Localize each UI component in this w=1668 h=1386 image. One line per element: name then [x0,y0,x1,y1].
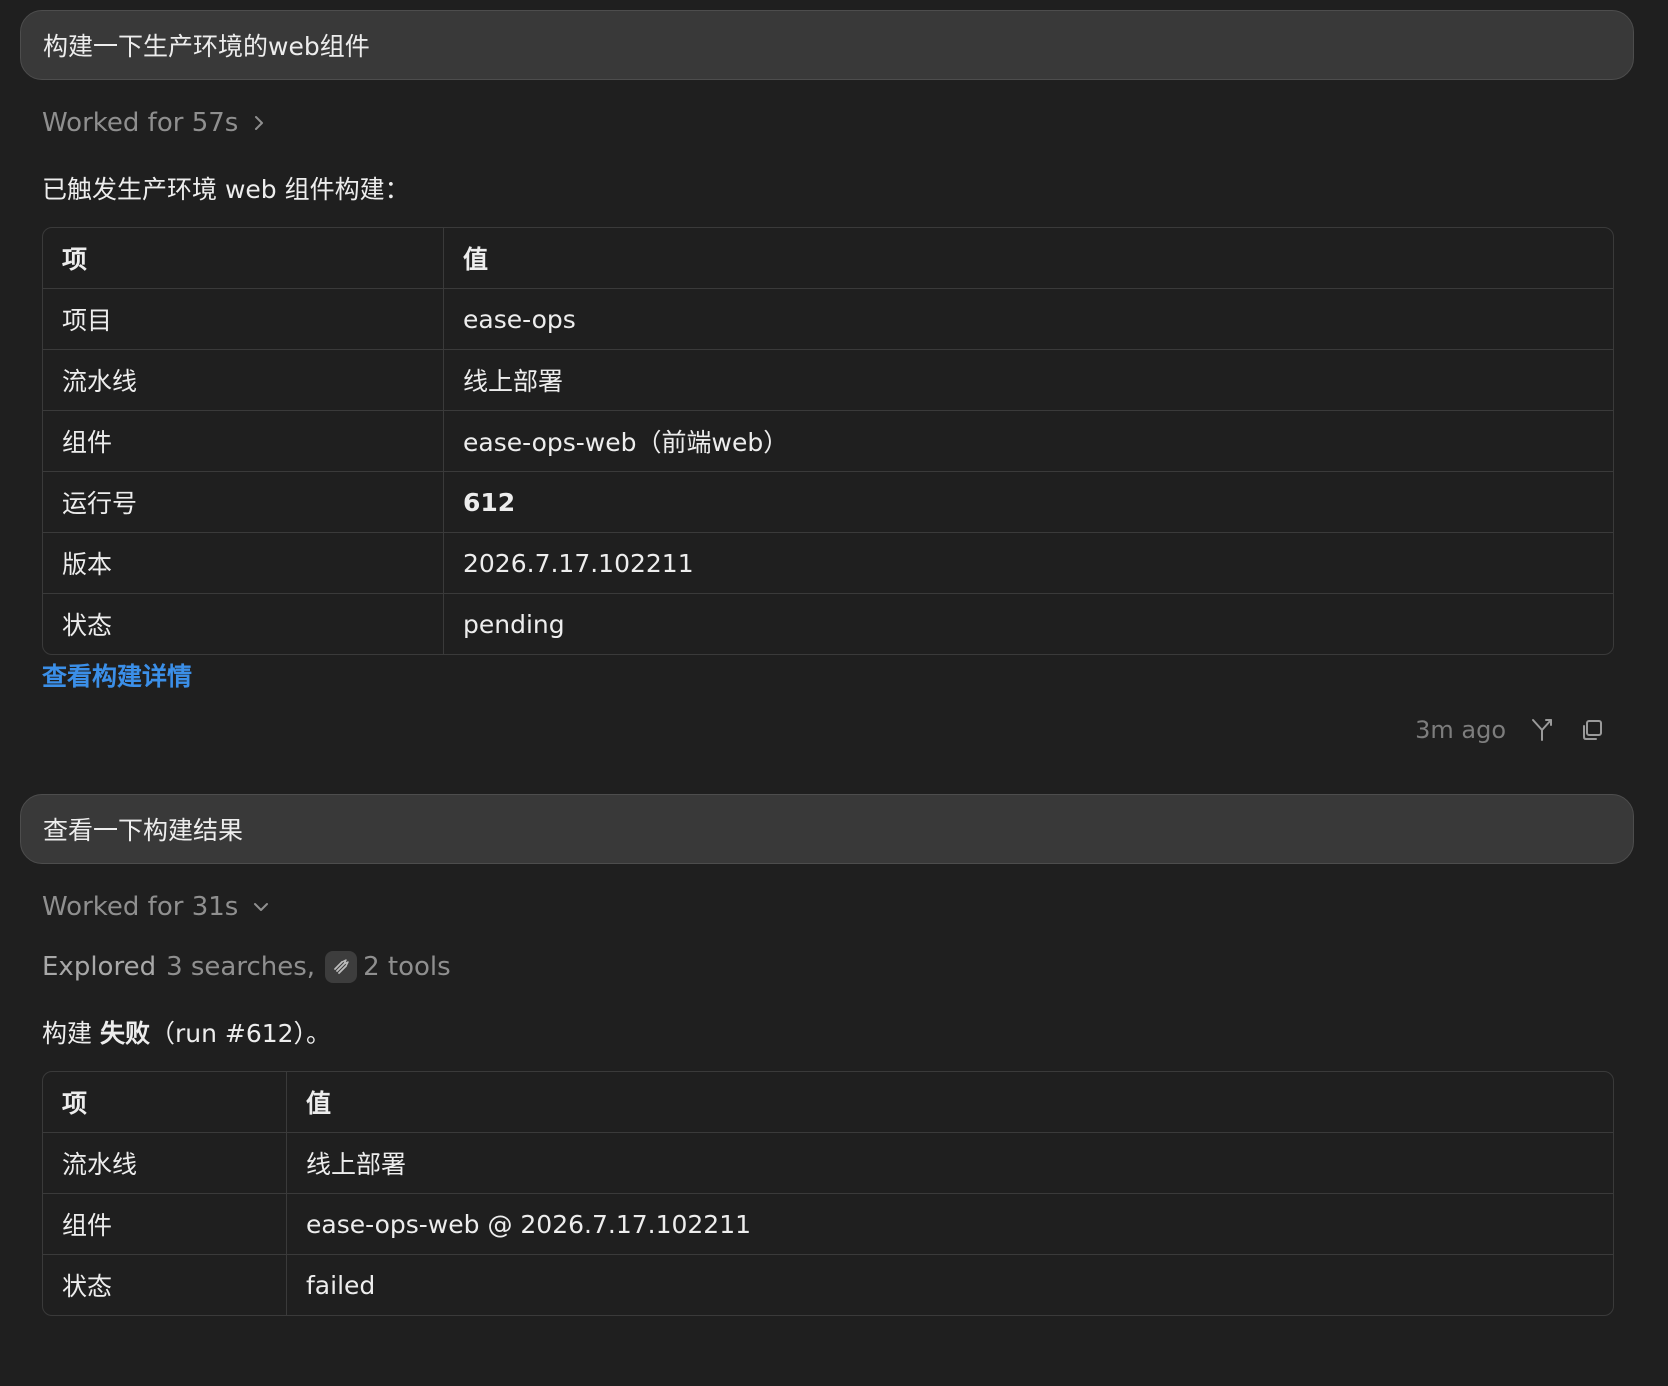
chevron-right-icon [252,114,266,132]
table-header-key: 项 [43,1072,287,1133]
table-header-value: 值 [444,228,1613,289]
row-value: pending [463,609,565,639]
row-value: 2026.7.17.102211 [444,533,1613,594]
row-key: 项目 [43,289,444,350]
table-row: 项目 ease-ops [43,289,1613,350]
timestamp: 3m ago [1415,716,1506,744]
table-header-row: 项 值 [43,228,1613,289]
table-row: 版本 2026.7.17.102211 [43,533,1613,594]
table-row: 运行号 612 [43,472,1613,533]
row-key: 运行号 [43,472,444,533]
row-key: 状态 [43,1255,287,1315]
row-key: 组件 [43,411,444,472]
row-value: ease-ops-web @ 2026.7.17.102211 [287,1194,1613,1255]
table-row: 流水线 线上部署 [43,1133,1613,1194]
explored-tools: 2 tools [363,952,451,982]
summary-prefix: 构建 [42,1019,100,1048]
tools-icon [325,951,358,983]
build-result-summary: 构建 失败（run #612）。 [42,1014,331,1050]
table-row: 状态 pending [43,594,1613,654]
row-value-run-number: 612 [444,472,1613,533]
user-message-text: 查看一下构建结果 [43,816,244,845]
build-info-table: 项 值 项目 ease-ops 流水线 线上部署 组件 ease-ops-web… [42,227,1614,655]
row-value: 线上部署 [444,350,1613,411]
assistant-intro: 已触发生产环境 web 组件构建： [42,175,410,204]
fork-icon[interactable] [1528,716,1556,744]
row-key: 流水线 [43,1133,287,1194]
worked-label: Worked for 57s [42,108,239,138]
message-meta-1: 3m ago [1415,716,1606,744]
row-value: ease-ops [444,289,1613,350]
worked-label: Worked for 31s [42,892,239,922]
explored-searches: 3 searches, [166,952,316,982]
row-value: 线上部署 [287,1133,1613,1194]
row-key: 版本 [43,533,444,594]
row-value: ease-ops-web（前端web） [444,411,1613,472]
explored-label: Explored [42,952,157,982]
copy-icon[interactable] [1578,716,1606,744]
row-key: 组件 [43,1194,287,1255]
summary-suffix: （run #612）。 [149,1019,332,1048]
user-message-1: 构建一下生产环境的web组件 [20,10,1634,80]
chevron-down-icon [252,900,270,914]
explored-summary[interactable]: Explored 3 searches, 2 tools [42,951,451,983]
summary-status-word: 失败 [99,1019,150,1048]
chat-transcript: 构建一下生产环境的web组件 Worked for 57s 已触发生产环境 we… [0,0,1668,1386]
user-message-2: 查看一下构建结果 [20,794,1634,864]
worked-toggle-1[interactable]: Worked for 57s [42,108,266,138]
worked-toggle-2[interactable]: Worked for 31s [42,892,270,922]
row-key: 流水线 [43,350,444,411]
table-row: 状态 failed [43,1255,1613,1315]
table-row: 组件 ease-ops-web（前端web） [43,411,1613,472]
row-key: 状态 [43,594,444,654]
table-row: 组件 ease-ops-web @ 2026.7.17.102211 [43,1194,1613,1255]
build-result-table: 项 值 流水线 线上部署 组件 ease-ops-web @ 2026.7.17… [42,1071,1614,1316]
row-value: failed [306,1270,376,1300]
table-header-value: 值 [287,1072,1613,1133]
table-header-row: 项 值 [43,1072,1613,1133]
user-message-text: 构建一下生产环境的web组件 [43,32,370,61]
table-row: 流水线 线上部署 [43,350,1613,411]
view-build-details-link[interactable]: 查看构建详情 [42,657,192,693]
table-header-key: 项 [43,228,444,289]
